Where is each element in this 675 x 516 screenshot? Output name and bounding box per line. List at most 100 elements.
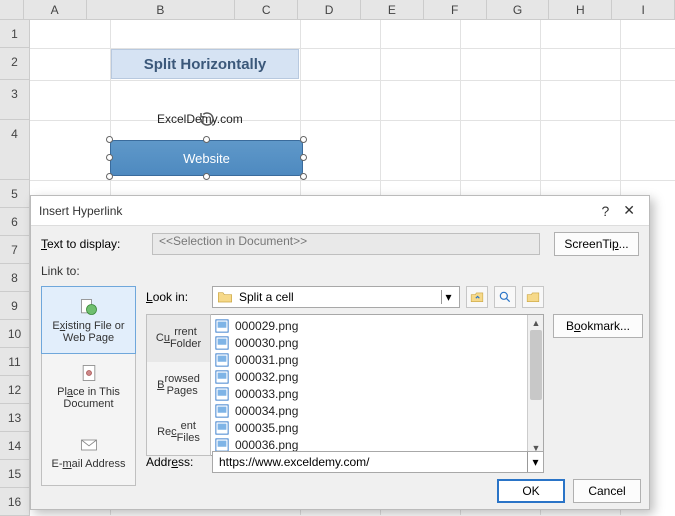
col-header-d[interactable]: D <box>298 0 361 19</box>
file-name: 000032.png <box>235 370 298 384</box>
look-in-label: Look in: <box>146 290 206 304</box>
chevron-down-icon[interactable]: ▾ <box>527 452 543 472</box>
row-header[interactable]: 2 <box>0 48 30 80</box>
link-to-email[interactable]: E-mail Address <box>42 419 135 485</box>
select-all-corner[interactable] <box>0 0 24 19</box>
row-header[interactable]: 7 <box>0 236 30 264</box>
scrollbar[interactable]: ▲ ▼ <box>527 315 543 455</box>
row-header[interactable]: 1 <box>0 20 30 48</box>
resize-handle[interactable] <box>106 173 113 180</box>
resize-handle[interactable] <box>203 173 210 180</box>
resize-handle[interactable] <box>203 136 210 143</box>
text-to-display-input: <<Selection in Document>> <box>152 233 540 255</box>
browse-tabs: CurrentFolder BrowsedPages RecentFiles <box>146 314 211 456</box>
image-file-icon <box>215 319 229 333</box>
resize-handle[interactable] <box>300 173 307 180</box>
row-header[interactable]: 4 <box>0 120 30 180</box>
row-header[interactable]: 16 <box>0 488 30 516</box>
close-button[interactable]: ✕ <box>623 202 635 219</box>
address-label: Address: <box>146 455 206 469</box>
link-item-label: E-mail Address <box>52 458 126 470</box>
chevron-down-icon[interactable]: ▾ <box>441 290 455 304</box>
link-to-sidebar: Existing File or Web Page Place in This … <box>41 286 136 486</box>
row-header[interactable]: 11 <box>0 348 30 376</box>
resize-handle[interactable] <box>106 154 113 161</box>
link-to-label: Link to: <box>41 264 80 278</box>
tab-browsed-pages[interactable]: BrowsedPages <box>147 362 210 409</box>
folder-icon <box>217 290 233 304</box>
row-header[interactable]: 15 <box>0 460 30 488</box>
row-header[interactable]: 5 <box>0 180 30 208</box>
link-to-existing-file[interactable]: Existing File or Web Page <box>41 286 136 354</box>
file-name: 000029.png <box>235 319 298 333</box>
list-item[interactable]: 000032.png <box>215 368 539 385</box>
document-target-icon <box>79 363 99 383</box>
file-name: 000030.png <box>235 336 298 350</box>
col-header-e[interactable]: E <box>361 0 424 19</box>
list-item[interactable]: 000035.png <box>215 419 539 436</box>
column-headers: A B C D E F G H I <box>0 0 675 20</box>
browse-file-button[interactable] <box>522 286 544 308</box>
image-file-icon <box>215 353 229 367</box>
up-folder-button[interactable] <box>466 286 488 308</box>
cancel-button[interactable]: Cancel <box>573 479 641 503</box>
insert-hyperlink-dialog: Insert Hyperlink ? ✕ Text to display: <<… <box>30 195 650 510</box>
email-icon <box>79 435 99 455</box>
scroll-thumb[interactable] <box>530 330 542 400</box>
screentip-button[interactable]: ScreenTip... <box>554 232 639 256</box>
row-header[interactable]: 12 <box>0 376 30 404</box>
row-headers: 1 2 3 4 5 6 7 8 9 10 11 12 13 14 15 16 <box>0 20 30 516</box>
resize-handle[interactable] <box>300 154 307 161</box>
row-header[interactable]: 13 <box>0 404 30 432</box>
list-item[interactable]: 000031.png <box>215 351 539 368</box>
link-item-label: Place in This Document <box>46 386 131 410</box>
row-header[interactable]: 3 <box>0 80 30 120</box>
list-item[interactable]: 000033.png <box>215 385 539 402</box>
dialog-titlebar[interactable]: Insert Hyperlink ? ✕ <box>31 196 649 226</box>
ok-button[interactable]: OK <box>497 479 565 503</box>
globe-page-icon <box>79 297 99 317</box>
col-header-b[interactable]: B <box>87 0 236 19</box>
shape-selection[interactable]: Website <box>110 140 303 176</box>
row-header[interactable]: 8 <box>0 264 30 292</box>
link-to-place-in-doc[interactable]: Place in This Document <box>42 353 135 419</box>
image-file-icon <box>215 387 229 401</box>
file-name: 000035.png <box>235 421 298 435</box>
image-file-icon <box>215 404 229 418</box>
link-item-label: Existing File or Web Page <box>46 320 131 344</box>
list-item[interactable]: 000030.png <box>215 334 539 351</box>
look-in-value: Split a cell <box>239 290 294 304</box>
resize-handle[interactable] <box>106 136 113 143</box>
address-input[interactable]: https://www.exceldemy.com/ ▾ <box>212 451 544 473</box>
row-header[interactable]: 14 <box>0 432 30 460</box>
col-header-c[interactable]: C <box>235 0 298 19</box>
col-header-a[interactable]: A <box>24 0 87 19</box>
rotate-handle-icon[interactable] <box>198 110 216 128</box>
row-header[interactable]: 6 <box>0 208 30 236</box>
tab-recent-files[interactable]: RecentFiles <box>147 408 210 455</box>
file-name: 000033.png <box>235 387 298 401</box>
scroll-up-icon[interactable]: ▲ <box>528 315 544 330</box>
browse-web-button[interactable] <box>494 286 516 308</box>
col-header-h[interactable]: H <box>549 0 612 19</box>
row-header[interactable]: 10 <box>0 320 30 348</box>
look-in-dropdown[interactable]: Split a cell ▾ <box>212 286 460 308</box>
col-header-f[interactable]: F <box>424 0 487 19</box>
file-name: 000034.png <box>235 404 298 418</box>
col-header-g[interactable]: G <box>487 0 550 19</box>
file-list[interactable]: 000029.png 000030.png 000031.png 000032.… <box>211 314 544 456</box>
tab-current-folder[interactable]: CurrentFolder <box>147 315 210 362</box>
shape-website-button[interactable]: Website <box>110 140 303 176</box>
resize-handle[interactable] <box>300 136 307 143</box>
col-header-i[interactable]: I <box>612 0 675 19</box>
spreadsheet: A B C D E F G H I 1 2 3 4 5 6 7 8 9 10 1… <box>0 0 675 515</box>
cell-title[interactable]: Split Horizontally <box>111 49 299 79</box>
image-file-icon <box>215 421 229 435</box>
image-file-icon <box>215 438 229 452</box>
help-button[interactable]: ? <box>601 203 609 219</box>
bookmark-button[interactable]: Bookmark... <box>553 314 643 338</box>
address-value: https://www.exceldemy.com/ <box>219 455 370 469</box>
list-item[interactable]: 000034.png <box>215 402 539 419</box>
row-header[interactable]: 9 <box>0 292 30 320</box>
list-item[interactable]: 000029.png <box>215 317 539 334</box>
